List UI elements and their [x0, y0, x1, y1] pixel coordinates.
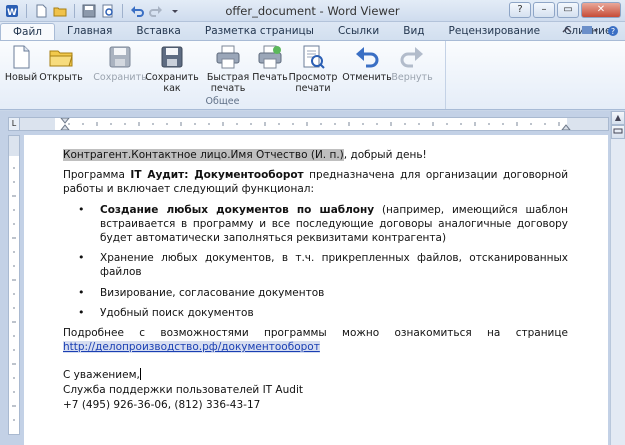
list-item-text: Хранение любых документов, в т.ч. прикре… — [100, 252, 568, 279]
open-button[interactable]: Открыть — [39, 44, 83, 83]
document-content[interactable]: Контрагент.Контактное лицо.Имя Отчество … — [63, 148, 568, 412]
save-as-icon — [161, 46, 183, 68]
merge-field[interactable]: Контрагент.Контактное лицо.Имя Отчество … — [63, 149, 344, 161]
signature-line: Служба поддержки пользователей IT Audit — [63, 384, 303, 397]
tab-file[interactable]: Файл — [0, 23, 56, 40]
link-paragraph: http://делопроизводство.рф/документообор… — [63, 340, 568, 354]
greeting-paragraph: Контрагент.Контактное лицо.Имя Отчество … — [63, 148, 568, 162]
minimize-button[interactable]: – — [533, 2, 555, 18]
new-button[interactable]: Новый — [4, 44, 38, 83]
style-menu-icon[interactable] — [581, 25, 599, 40]
save-icon — [109, 46, 131, 68]
ribbon-right-controls: ? — [561, 25, 619, 40]
list-item-text: Удобный поиск документов — [100, 306, 254, 319]
print-icon — [258, 45, 282, 69]
vertical-scrollbar[interactable]: ▲ — [610, 111, 625, 445]
more-info-paragraph: Подробнее с возможностями программы можн… — [63, 327, 568, 340]
svg-text:?: ? — [611, 27, 615, 36]
redo-label: Вернуть — [391, 72, 433, 83]
new-label: Новый — [4, 72, 38, 83]
undo-button[interactable]: Отменить — [342, 44, 392, 83]
intro-prefix: Программа — [63, 169, 131, 182]
vertical-ruler — [8, 135, 20, 435]
intro-paragraph: Программа IT Аудит: Документооборот пред… — [63, 168, 568, 196]
regards-text: С уважением, — [63, 369, 140, 382]
document-page[interactable]: Контрагент.Контактное лицо.Имя Отчество … — [24, 135, 608, 445]
print-preview-button[interactable]: Просмотр печати — [288, 44, 338, 94]
redo-button[interactable]: Вернуть — [391, 44, 433, 83]
ribbon-group-general: Новый Открыть Сохранить Сохранить как Бы… — [0, 41, 446, 109]
ribbon: Новый Открыть Сохранить Сохранить как Бы… — [0, 40, 625, 110]
help-button[interactable]: ? — [509, 2, 531, 18]
undo-label: Отменить — [342, 72, 392, 83]
print-button[interactable]: Печать — [252, 44, 288, 83]
ribbon-group-label: Общее — [205, 96, 240, 107]
ruler-toggle-button[interactable] — [611, 125, 625, 139]
list-item-text: Визирование, согласование документов — [100, 286, 325, 299]
website-link[interactable]: http://делопроизводство.рф/документообор… — [63, 341, 320, 354]
print-preview-icon — [303, 45, 325, 69]
redo-icon — [400, 47, 423, 68]
help-icon[interactable]: ? — [607, 25, 619, 40]
regards-line: С уважением, — [63, 368, 568, 383]
minimize-ribbon-icon[interactable] — [561, 25, 573, 40]
feature-list: Создание любых документов по шаблону (на… — [63, 203, 568, 321]
title-bar: W offer_document - Word Viewer ? – ▭ ✕ — [0, 0, 625, 22]
new-document-icon — [13, 45, 30, 69]
scroll-up-button[interactable]: ▲ — [611, 111, 625, 125]
quick-print-label: Быстрая печать — [206, 72, 250, 94]
save-label: Сохранить — [93, 72, 147, 83]
greeting-text: , добрый день! — [343, 149, 427, 161]
open-folder-icon — [49, 50, 73, 67]
list-item: Создание любых документов по шаблону (на… — [78, 203, 568, 246]
product-name: IT Аудит: Документооборот — [130, 169, 304, 182]
tab-home[interactable]: Главная — [55, 23, 124, 40]
undo-icon — [356, 47, 379, 68]
tab-insert[interactable]: Вставка — [124, 23, 193, 40]
list-item: Визирование, согласование документов — [78, 286, 568, 300]
print-preview-label: Просмотр печати — [288, 72, 338, 94]
ribbon-tabs: Файл Главная Вставка Разметка страницы С… — [0, 22, 625, 40]
horizontal-ruler[interactable] — [8, 117, 609, 131]
text-cursor — [139, 368, 141, 381]
close-button[interactable]: ✕ — [581, 2, 621, 18]
tab-references[interactable]: Ссылки — [326, 23, 391, 40]
save-as-button[interactable]: Сохранить как — [145, 44, 199, 94]
restore-button[interactable]: ▭ — [557, 2, 579, 18]
open-label: Открыть — [39, 72, 83, 83]
printer-icon — [216, 45, 240, 69]
phone-line: +7 (495) 926-36-06, (812) 336-43-17 — [63, 398, 261, 411]
window-controls: ? – ▭ ✕ — [509, 2, 621, 18]
save-as-label: Сохранить как — [145, 72, 199, 94]
save-button[interactable]: Сохранить — [93, 44, 147, 83]
list-item-bold: Создание любых документов по шаблону — [100, 203, 375, 216]
list-item: Хранение любых документов, в т.ч. прикре… — [78, 251, 568, 279]
signature-block: С уважением, Служба поддержки пользовате… — [63, 368, 568, 412]
tab-view[interactable]: Вид — [391, 23, 436, 40]
tab-review[interactable]: Рецензирование — [437, 23, 553, 40]
quick-print-button[interactable]: Быстрая печать — [206, 44, 250, 94]
list-item: Удобный поиск документов — [78, 306, 568, 320]
tab-page-layout[interactable]: Разметка страницы — [193, 23, 326, 40]
tab-selector[interactable]: L — [8, 117, 20, 131]
print-label: Печать — [252, 72, 288, 83]
document-area: L ▲ Контрагент.Контактное лицо.Имя Отчес… — [0, 111, 625, 445]
